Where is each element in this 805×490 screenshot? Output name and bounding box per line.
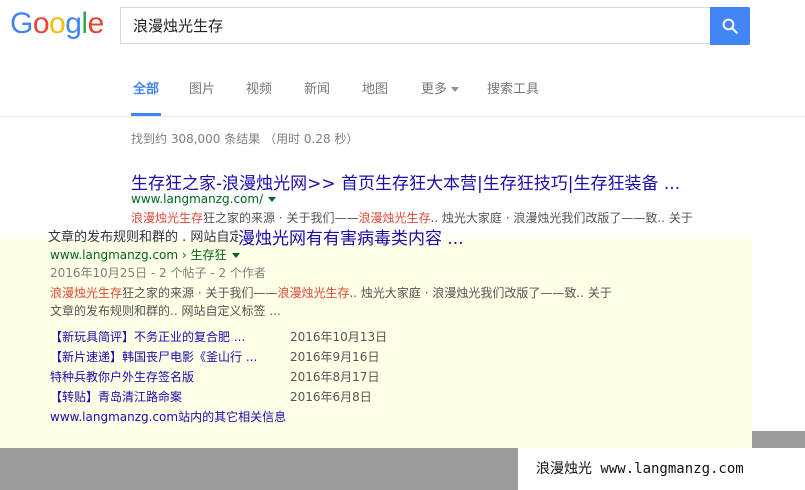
result-stats: 找到约 308,000 条结果 （用时 0.28 秒）	[131, 132, 359, 146]
tab-more[interactable]: 更多	[421, 78, 460, 116]
logo-letter: G	[10, 7, 33, 40]
google-logo[interactable]: Google	[10, 7, 104, 41]
snippet-highlight: 浪漫烛光生存	[131, 211, 204, 225]
sitelink[interactable]: 特种兵教你户外生存签名版	[50, 368, 194, 385]
chevron-down-icon	[451, 87, 460, 92]
search-button[interactable]	[710, 7, 750, 45]
snippet-text: .. 烛光大家庭 · 浪漫烛光我们改版了——致.. 关于	[349, 286, 612, 300]
search-input[interactable]	[131, 8, 695, 45]
result-url-text: www.langmanzg.com/	[131, 192, 264, 206]
header: Google	[0, 0, 805, 56]
overlay-url-text: www.langmanzg.com › 生存狂	[50, 248, 227, 262]
overlay-result-meta: 2016年10月25日 - 2 个帖子 - 2 个作者	[50, 266, 266, 280]
overlay-result-url[interactable]: www.langmanzg.com › 生存狂	[50, 246, 240, 263]
snippet-text: .. 烛光大家庭 · 浪漫烛光我们改版了——致.. 关于	[430, 211, 693, 225]
tab-images[interactable]: 图片	[189, 78, 215, 116]
watermark: 浪漫烛光 www.langmanzg.com	[518, 448, 805, 490]
logo-letter: g	[65, 7, 82, 40]
sitelink-date: 2016年9月16日	[290, 350, 380, 364]
more-site-results-link[interactable]: www.langmanzg.com站内的其它相关信息	[50, 408, 286, 425]
tab-search-tools[interactable]: 搜索工具	[487, 78, 539, 116]
url-dropdown-icon[interactable]	[231, 253, 240, 258]
tab-all[interactable]: 全部	[131, 78, 162, 116]
overlay-cutoff-text: 文章的发布规则和群的 . 网站自定义标签	[48, 230, 238, 245]
tab-more-label: 更多	[421, 82, 448, 97]
tab-maps[interactable]: 地图	[362, 78, 388, 116]
snippet-line: 文章的发布规则和群的.. 网站自定义标签 ...	[50, 304, 281, 318]
snippet-highlight: 浪漫烛光生存	[358, 211, 431, 225]
snippet-highlight: 浪漫烛光生存	[50, 286, 123, 300]
overlay-result-snippet: 浪漫烛光生存狂之家的来源 · 关于我们——浪漫烛光生存.. 烛光大家庭 · 浪漫…	[50, 284, 612, 320]
snippet-text: 狂之家的来源 · 关于我们——	[122, 286, 278, 300]
sitelink[interactable]: 【新玩具简评】不务正业的复合肥 ...	[50, 328, 245, 345]
search-box	[120, 7, 710, 45]
logo-letter: o	[49, 7, 66, 40]
snippet-line: 浪漫烛光生存狂之家的来源 · 关于我们——浪漫烛光生存.. 烛光大家庭 · 浪漫…	[50, 284, 612, 302]
result-title-link[interactable]: 生存狂之家-浪漫烛光网>> 首页生存狂大本营|生存狂技巧|生存狂装备 ...	[131, 169, 680, 194]
snippet-highlight: 浪漫烛光生存	[277, 286, 350, 300]
sitelink[interactable]: 【新片速递】韩国丧尸电影《釜山行 ...	[50, 348, 257, 365]
result-url[interactable]: www.langmanzg.com/	[131, 192, 277, 206]
snippet-text: 狂之家的来源 · 关于我们——	[203, 211, 359, 225]
sitelink-date: 2016年6月8日	[290, 390, 372, 404]
sitelink-date: 2016年8月17日	[290, 370, 380, 384]
search-icon	[722, 18, 738, 34]
url-dropdown-icon[interactable]	[268, 197, 277, 202]
sitelink[interactable]: 【转贴】青岛清江路命案	[50, 388, 182, 405]
search-tabs: 全部 图片 视频 新闻 地图 更多 搜索工具	[0, 56, 805, 117]
tab-news[interactable]: 新闻	[304, 78, 330, 116]
overlay-result-title-link[interactable]: 漫烛光网有有害病毒类内容 ...	[238, 224, 464, 249]
logo-letter: e	[87, 7, 105, 40]
gray-corner	[752, 431, 805, 448]
logo-letter: o	[32, 7, 50, 40]
sitelink-date: 2016年10月13日	[290, 330, 388, 344]
tab-videos[interactable]: 视频	[246, 78, 272, 116]
